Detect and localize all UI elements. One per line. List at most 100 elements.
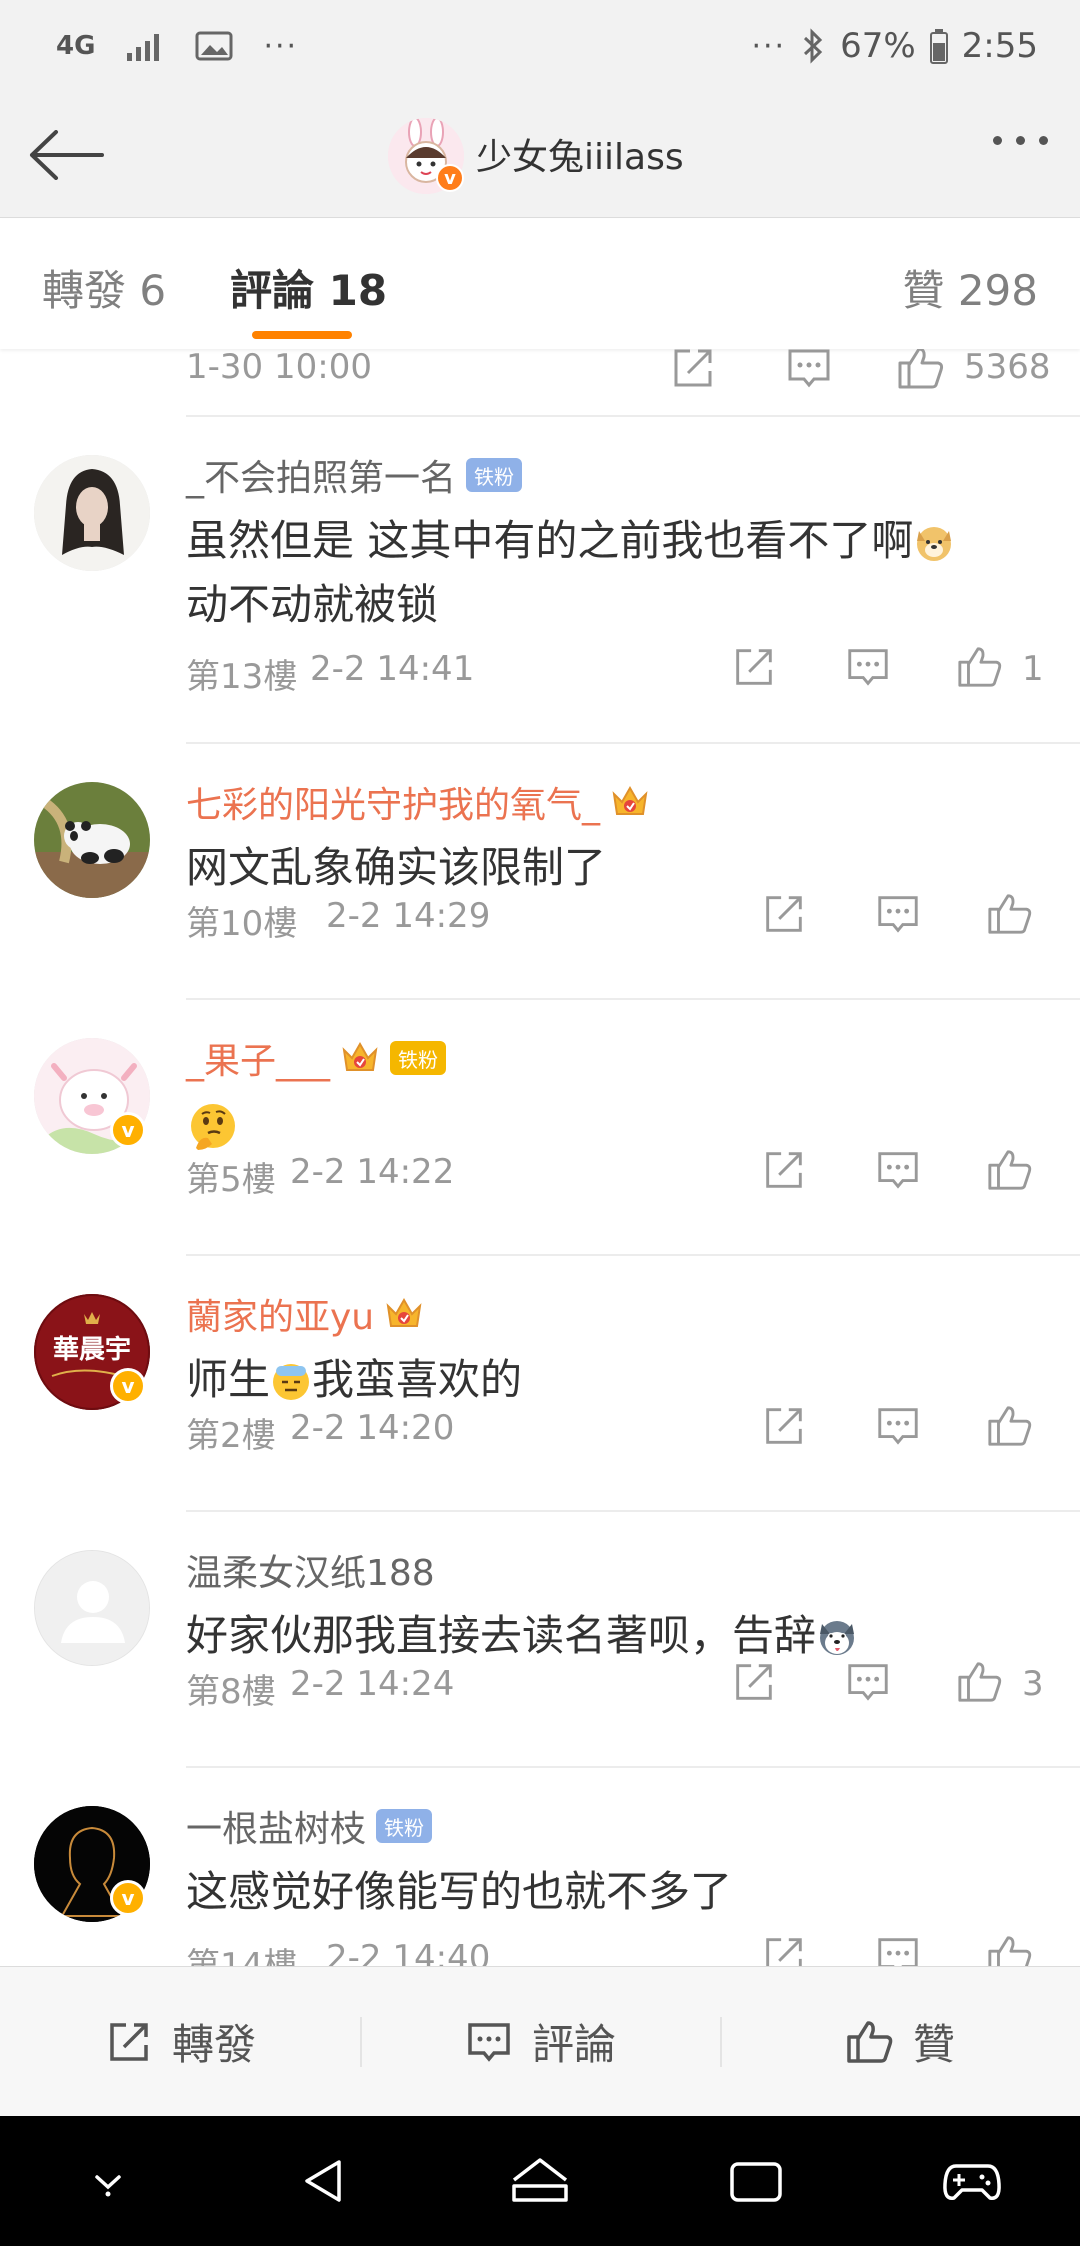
comment-list[interactable]: 1-30 10:00 5368 _不会拍照第一名 铁粉 虽然但是 这其中有的之前… (0, 349, 1080, 1966)
comment-floor: 第14樓 (186, 1946, 298, 1966)
comment-text-part: 我蛮喜欢的 (312, 1355, 523, 1404)
panda-photo-avatar-image (34, 782, 150, 898)
like-icon (847, 2020, 893, 2063)
author-name[interactable]: 少女兔iiilass (476, 128, 684, 180)
commenter-name[interactable]: _果子___ (186, 1032, 330, 1084)
system-navigation-bar (0, 2116, 1080, 2246)
repost-icon[interactable] (730, 643, 778, 691)
commenter-name-row: 温柔女汉纸188 (186, 1548, 435, 1594)
back-arrow-icon (30, 130, 104, 180)
comment-time: 2-2 14:41 (310, 649, 475, 689)
vip-crown-icon (340, 1038, 380, 1078)
clock: 2:55 (961, 26, 1038, 66)
nav-recents-button[interactable] (711, 2136, 801, 2226)
reply-icon[interactable] (874, 890, 922, 938)
commenter-name[interactable]: 一根盐树枝 (186, 1800, 366, 1852)
comment-time: 2-2 14:29 (326, 896, 491, 936)
comment-item: _不会拍照第一名 铁粉 虽然但是 这其中有的之前我也看不了啊 动不动就被锁 第1… (0, 417, 1080, 744)
dot-icon (993, 136, 1002, 145)
vip-crown-icon (610, 782, 650, 822)
title-bar: v 少女兔iiilass (0, 92, 1080, 218)
like-count: 1 (1022, 649, 1044, 689)
home-icon (512, 2158, 568, 2202)
comment-item: v 一根盐树枝 铁粉 这感觉好像能写的也就不多了 第14樓 2-2 14:40 (0, 1768, 1080, 1966)
comment-floor: 第13樓 (186, 657, 298, 697)
repost-icon[interactable] (760, 1932, 808, 1966)
tab-repost[interactable]: 轉發 6 (42, 257, 166, 318)
vip-crown-icon (384, 1294, 424, 1334)
comment-text: 虽然但是 这其中有的之前我也看不了啊 动不动就被锁 (186, 509, 1036, 637)
comment-text-line: 虽然但是 这其中有的之前我也看不了啊 (186, 516, 914, 565)
tab-bar: 轉發 6 評論 18 贊 298 (0, 219, 1080, 349)
comment-item: 七彩的阳光守护我的氧气_ 网文乱象确实该限制了 第10樓 2-2 14:29 (0, 744, 1080, 1000)
repost-icon[interactable] (668, 349, 718, 393)
commenter-name-row: _果子___ 铁粉 (186, 1036, 447, 1082)
more-status-icon: ··· (751, 28, 787, 64)
comment-button[interactable]: 評論 (360, 1967, 720, 2116)
doge-emoji-icon (917, 527, 952, 561)
like-icon[interactable] (896, 349, 946, 393)
reply-icon[interactable] (874, 1402, 922, 1450)
reply-icon[interactable] (844, 1658, 892, 1706)
gamepad-icon (943, 2164, 1001, 2200)
commenter-avatar[interactable] (34, 1550, 150, 1666)
repost-button[interactable]: 轉發 (0, 1967, 360, 2116)
reply-icon[interactable] (874, 1146, 922, 1194)
nav-back-button[interactable] (279, 2136, 369, 2226)
comment-time: 2-2 14:22 (290, 1152, 455, 1192)
repost-icon[interactable] (760, 1402, 808, 1450)
comment-floor: 第2樓 (186, 1416, 276, 1456)
commenter-name[interactable]: _不会拍照第一名 (186, 449, 456, 501)
comment-label: 評論 (531, 2020, 616, 2069)
hide-nav-button[interactable] (63, 2136, 153, 2226)
commenter-name[interactable]: 温柔女汉纸188 (186, 1544, 435, 1596)
verified-badge-icon: v (436, 164, 464, 192)
sweat-face-emoji-icon (273, 1364, 310, 1400)
iron-fan-badge: 铁粉 (466, 458, 523, 492)
tab-comments[interactable]: 評論 18 (230, 257, 387, 318)
reply-icon[interactable] (784, 349, 834, 393)
status-bar: 4G ··· ··· 67% 2:55 (0, 0, 1080, 92)
network-indicator: 4G (56, 31, 96, 61)
verified-badge-icon: v (110, 1368, 146, 1404)
more-options-button[interactable] (993, 136, 1048, 145)
nav-home-button[interactable] (495, 2136, 585, 2226)
game-tools-button[interactable] (927, 2136, 1017, 2226)
tab-likes[interactable]: 贊 298 (902, 257, 1038, 318)
repost-icon[interactable] (760, 890, 808, 938)
back-button[interactable] (26, 120, 106, 190)
commenter-avatar[interactable] (34, 782, 150, 898)
reply-icon[interactable] (874, 1932, 922, 1966)
like-count: 3 (1022, 1664, 1044, 1704)
like-icon[interactable] (986, 890, 1034, 938)
commenter-name-row: 一根盐树枝 铁粉 (186, 1804, 433, 1850)
husky-emoji-icon (820, 1621, 855, 1655)
commenter-avatar[interactable] (34, 455, 150, 571)
like-icon[interactable] (986, 1932, 1034, 1966)
comment-time: 1-30 10:00 (186, 349, 372, 387)
comment-item: v _果子___ 铁粉 第5樓 2-2 14:22 (0, 1000, 1080, 1256)
commenter-name-row: 七彩的阳光守护我的氧气_ (186, 780, 650, 826)
reply-icon[interactable] (844, 643, 892, 691)
comment-floor: 第10樓 (186, 904, 298, 944)
girl-photo-avatar-image (34, 455, 150, 571)
repost-icon (110, 2022, 148, 2061)
chevron-down-icon (95, 2175, 121, 2197)
bluetooth-icon (804, 28, 823, 64)
like-icon[interactable] (956, 1658, 1004, 1706)
like-icon[interactable] (986, 1146, 1034, 1194)
comment-text-line: 动不动就被锁 (186, 580, 439, 629)
commenter-name[interactable]: 蘭家的亚yu (186, 1288, 374, 1340)
comment-text: 这感觉好像能写的也就不多了 (186, 1867, 733, 1916)
repost-icon[interactable] (730, 1658, 778, 1706)
back-triangle-icon (305, 2160, 341, 2202)
commenter-name-row: 蘭家的亚yu (186, 1292, 424, 1338)
like-icon[interactable] (956, 643, 1004, 691)
like-icon[interactable] (986, 1402, 1034, 1450)
more-notifications-icon: ··· (263, 28, 299, 64)
screen: 4G ··· ··· 67% 2:55 v 少女兔iiilass 轉發 6 評論… (0, 0, 1080, 2246)
commenter-name[interactable]: 七彩的阳光守护我的氧气_ (186, 776, 600, 828)
repost-icon[interactable] (760, 1146, 808, 1194)
like-button[interactable]: 贊 (720, 1967, 1080, 2116)
iron-fan-badge: 铁粉 (376, 1809, 433, 1843)
